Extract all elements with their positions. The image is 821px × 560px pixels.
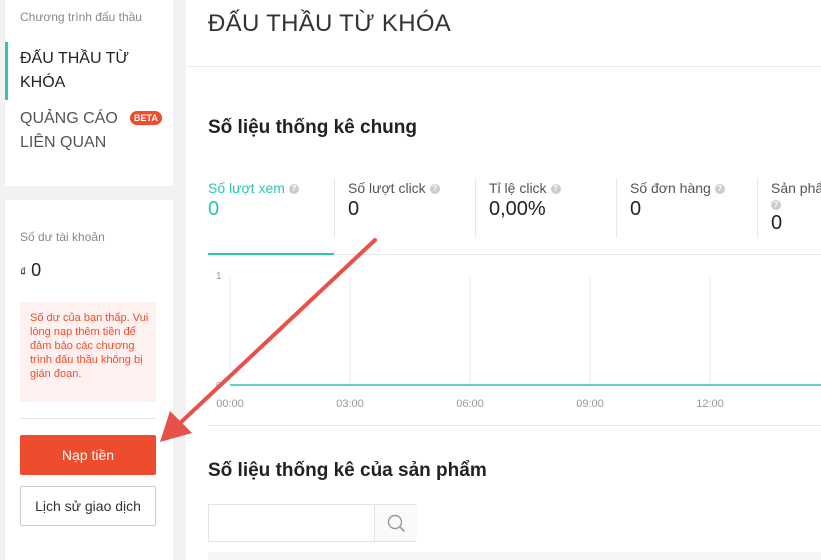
divider [334, 178, 335, 238]
chart-x-tick-label: 00:00 [216, 398, 244, 410]
product-stats-title: Số liệu thống kê của sản phẩm [208, 460, 487, 481]
metric-value: 0 [208, 198, 220, 220]
chart-x-tick-label: 12:00 [696, 398, 724, 410]
nav-section-label: Chương trình đấu thầu [20, 10, 142, 24]
active-metric-indicator [208, 253, 334, 255]
sidebar-item-keyword-bidding[interactable]: ĐẤU THẦU TỪ KHÓA [5, 42, 176, 100]
metric-label: Sản phẩ [771, 180, 821, 196]
metric-ctr[interactable]: Tỉ lệ click? 0,00% [489, 180, 629, 221]
divider [334, 254, 821, 255]
balance-amount: 0 [31, 260, 42, 280]
chart-x-tick-label: 06:00 [456, 398, 484, 410]
general-stats-title: Số liệu thống kê chung [208, 117, 417, 138]
chart-y-tick-label: 0 [216, 381, 222, 392]
divider [186, 66, 821, 67]
chart-y-tick-label: 1 [216, 271, 222, 282]
metric-label: Số lượt xem [208, 180, 285, 196]
chart-x-tick-label: 03:00 [336, 398, 364, 410]
metric-value: 0,00% [489, 198, 546, 220]
transaction-history-button[interactable]: Lịch sử giao dịch [20, 486, 156, 526]
metric-orders[interactable]: Số đơn hàng? 0 [630, 180, 770, 221]
divider [757, 178, 758, 238]
sidebar-item-label: QUẢNG CÁO LIÊN QUAN [20, 110, 118, 151]
divider [616, 178, 617, 238]
metric-label: Tỉ lệ click [489, 180, 547, 196]
metric-views[interactable]: Số lượt xem? 0 [208, 180, 348, 221]
metric-value: 0 [771, 212, 783, 234]
metric-label: Số đơn hàng [630, 180, 711, 196]
metric-value: 0 [348, 198, 360, 220]
table-header-strip [208, 552, 821, 560]
metric-clicks[interactable]: Số lượt click? 0 [348, 180, 488, 221]
help-icon: ? [714, 184, 725, 194]
metric-value: 0 [630, 198, 642, 220]
chart-x-tick-label: 09:00 [576, 398, 604, 410]
help-icon: ? [771, 200, 781, 210]
divider [20, 418, 156, 419]
sidebar-nav: Chương trình đấu thầu ĐẤU THẦU TỪ KHÓA Q… [5, 0, 173, 186]
search-input[interactable] [209, 505, 374, 541]
page-title: ĐẤU THẦU TỪ KHÓA [208, 10, 452, 37]
search-button[interactable] [374, 505, 417, 541]
divider [208, 425, 821, 426]
help-icon: ? [288, 184, 299, 194]
balance-value: ₫ 0 [20, 260, 41, 281]
search-icon [387, 514, 405, 532]
balance-panel: Số dư tài khoản ₫ 0 Số dư của bạn thấp. V… [5, 200, 173, 560]
low-balance-warning: Số dư của bạn thấp. Vui lòng nạp thêm ti… [20, 302, 156, 402]
topup-button[interactable]: Nạp tiền [20, 435, 156, 475]
metric-label: Số lượt click [348, 180, 426, 196]
currency-symbol: ₫ [20, 265, 27, 279]
main-panel: ĐẤU THẦU TỪ KHÓA Số liệu thống kê chung … [186, 0, 821, 560]
product-search [208, 504, 417, 542]
balance-label: Số dư tài khoản [20, 230, 105, 244]
help-icon: ? [429, 184, 440, 194]
sidebar-item-label: ĐẤU THẦU TỪ KHÓA [20, 50, 130, 91]
help-icon: ? [550, 184, 561, 194]
metric-products[interactable]: Sản phẩ ? 0 [771, 180, 821, 235]
divider [475, 178, 476, 238]
beta-badge: BETA [130, 111, 162, 125]
stats-line-chart: 1 0 00:00 03:00 06:00 09:00 12:00 [216, 271, 821, 410]
